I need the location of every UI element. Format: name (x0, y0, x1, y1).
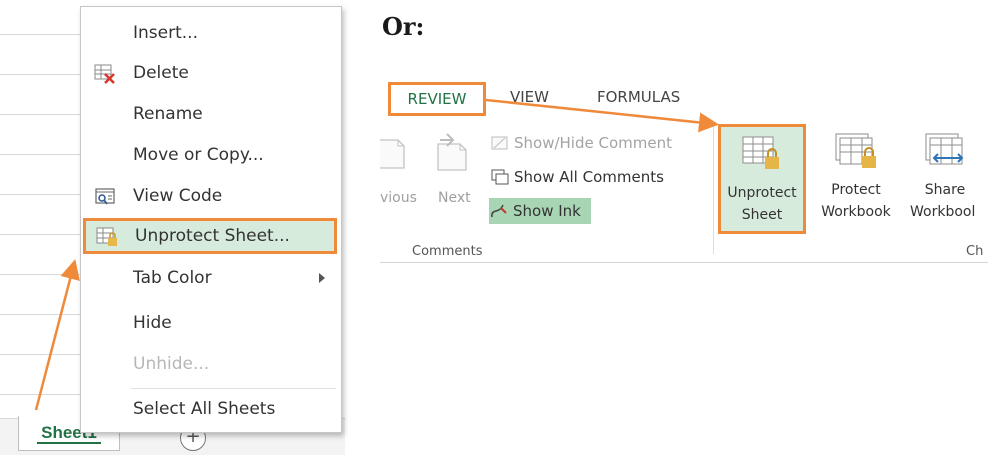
grid-line (0, 314, 85, 315)
show-hide-comment-button[interactable]: Show/Hide Comment (490, 130, 672, 156)
menu-separator (131, 388, 336, 389)
menu-item-label: Select All Sheets (133, 399, 276, 419)
comments-group-label: Comments (412, 244, 483, 259)
grid-line (0, 394, 85, 395)
show-all-comments-button[interactable]: Show All Comments (490, 164, 664, 190)
grid-line (0, 74, 85, 75)
next-comment-label: Next (438, 190, 471, 206)
menu-item-label: Delete (133, 63, 189, 83)
menu-item-label: Move or Copy... (133, 145, 264, 165)
menu-item-hide[interactable]: Hide (81, 305, 341, 341)
grid-line (0, 34, 85, 35)
submenu-arrow-icon (319, 273, 325, 283)
protect-workbook-icon (835, 133, 876, 168)
menu-item-view-code[interactable]: View Code (81, 178, 341, 214)
group-separator (713, 126, 714, 254)
next-comment-icon[interactable] (432, 130, 470, 172)
previous-comment-icon[interactable] (380, 136, 406, 172)
share-workbook-button[interactable]: Share Workbool (902, 124, 988, 234)
unprotect-sheet-label-2: Sheet (741, 207, 783, 223)
menu-item-label: Unhide... (133, 354, 210, 374)
unprotect-sheet-icon (742, 136, 779, 169)
menu-item-label: Tab Color (133, 268, 212, 288)
view-code-icon (95, 188, 115, 205)
share-workbook-label-1: Share (924, 182, 966, 198)
protect-workbook-label-2: Workbook (821, 204, 891, 220)
grid-line (0, 274, 85, 275)
tab-formulas[interactable]: FORMULAS (597, 88, 680, 106)
protect-workbook-label-1: Protect (831, 182, 881, 198)
menu-item-select-all-sheets[interactable]: Select All Sheets (81, 391, 341, 427)
grid-line (0, 234, 85, 235)
delete-sheet-icon (94, 64, 115, 84)
menu-item-label: Insert... (133, 23, 198, 43)
unprotect-sheet-button[interactable]: Unprotect Sheet (718, 124, 806, 234)
menu-item-move-or-copy[interactable]: Move or Copy... (81, 137, 341, 173)
ink-pen-icon (491, 204, 507, 218)
menu-item-label: Hide (133, 313, 172, 333)
menu-item-label: View Code (133, 186, 223, 206)
alternative-label: Or: (382, 12, 425, 41)
unprotect-sheet-label-1: Unprotect (727, 185, 797, 201)
share-workbook-label-2: Workbool (910, 204, 976, 220)
menu-item-label: Unprotect Sheet... (135, 226, 290, 246)
grid-line (0, 194, 85, 195)
unprotect-sheet-icon (96, 227, 117, 246)
changes-group-label: Ch (966, 244, 984, 259)
previous-comment-label: vious (380, 190, 417, 206)
show-hide-comment-label: Show/Hide Comment (514, 134, 672, 152)
show-ink-button[interactable]: Show Ink (489, 198, 591, 224)
menu-item-tab-color[interactable]: Tab Color (81, 260, 341, 296)
show-hide-comment-icon (491, 136, 508, 150)
grid-line (0, 114, 85, 115)
menu-item-insert[interactable]: Insert... (81, 15, 341, 51)
sheet-context-menu: Insert... Delete Rename Move or Copy... … (80, 6, 342, 433)
show-all-comments-label: Show All Comments (514, 168, 664, 186)
protect-workbook-button[interactable]: Protect Workbook (810, 124, 902, 234)
menu-item-rename[interactable]: Rename (81, 96, 341, 132)
grid-line (0, 154, 85, 155)
tab-review[interactable]: REVIEW (388, 82, 486, 116)
show-ink-label: Show Ink (513, 202, 581, 220)
menu-item-label: Rename (133, 104, 203, 124)
show-all-comments-icon (491, 169, 509, 185)
menu-item-delete[interactable]: Delete (81, 55, 341, 91)
tab-view[interactable]: VIEW (510, 88, 549, 106)
share-workbook-icon (925, 133, 964, 165)
ribbon-tabs: REVIEW VIEW FORMULAS (380, 80, 988, 120)
grid-line (0, 354, 85, 355)
ribbon: REVIEW VIEW FORMULAS vious Next Show/Hid… (380, 80, 988, 263)
active-tab-underline (37, 442, 101, 444)
ribbon-body: vious Next Show/Hide Comment Show All Co… (380, 120, 988, 263)
menu-item-unhide: Unhide... (81, 346, 341, 382)
menu-item-unprotect-sheet[interactable]: Unprotect Sheet... (83, 218, 337, 254)
